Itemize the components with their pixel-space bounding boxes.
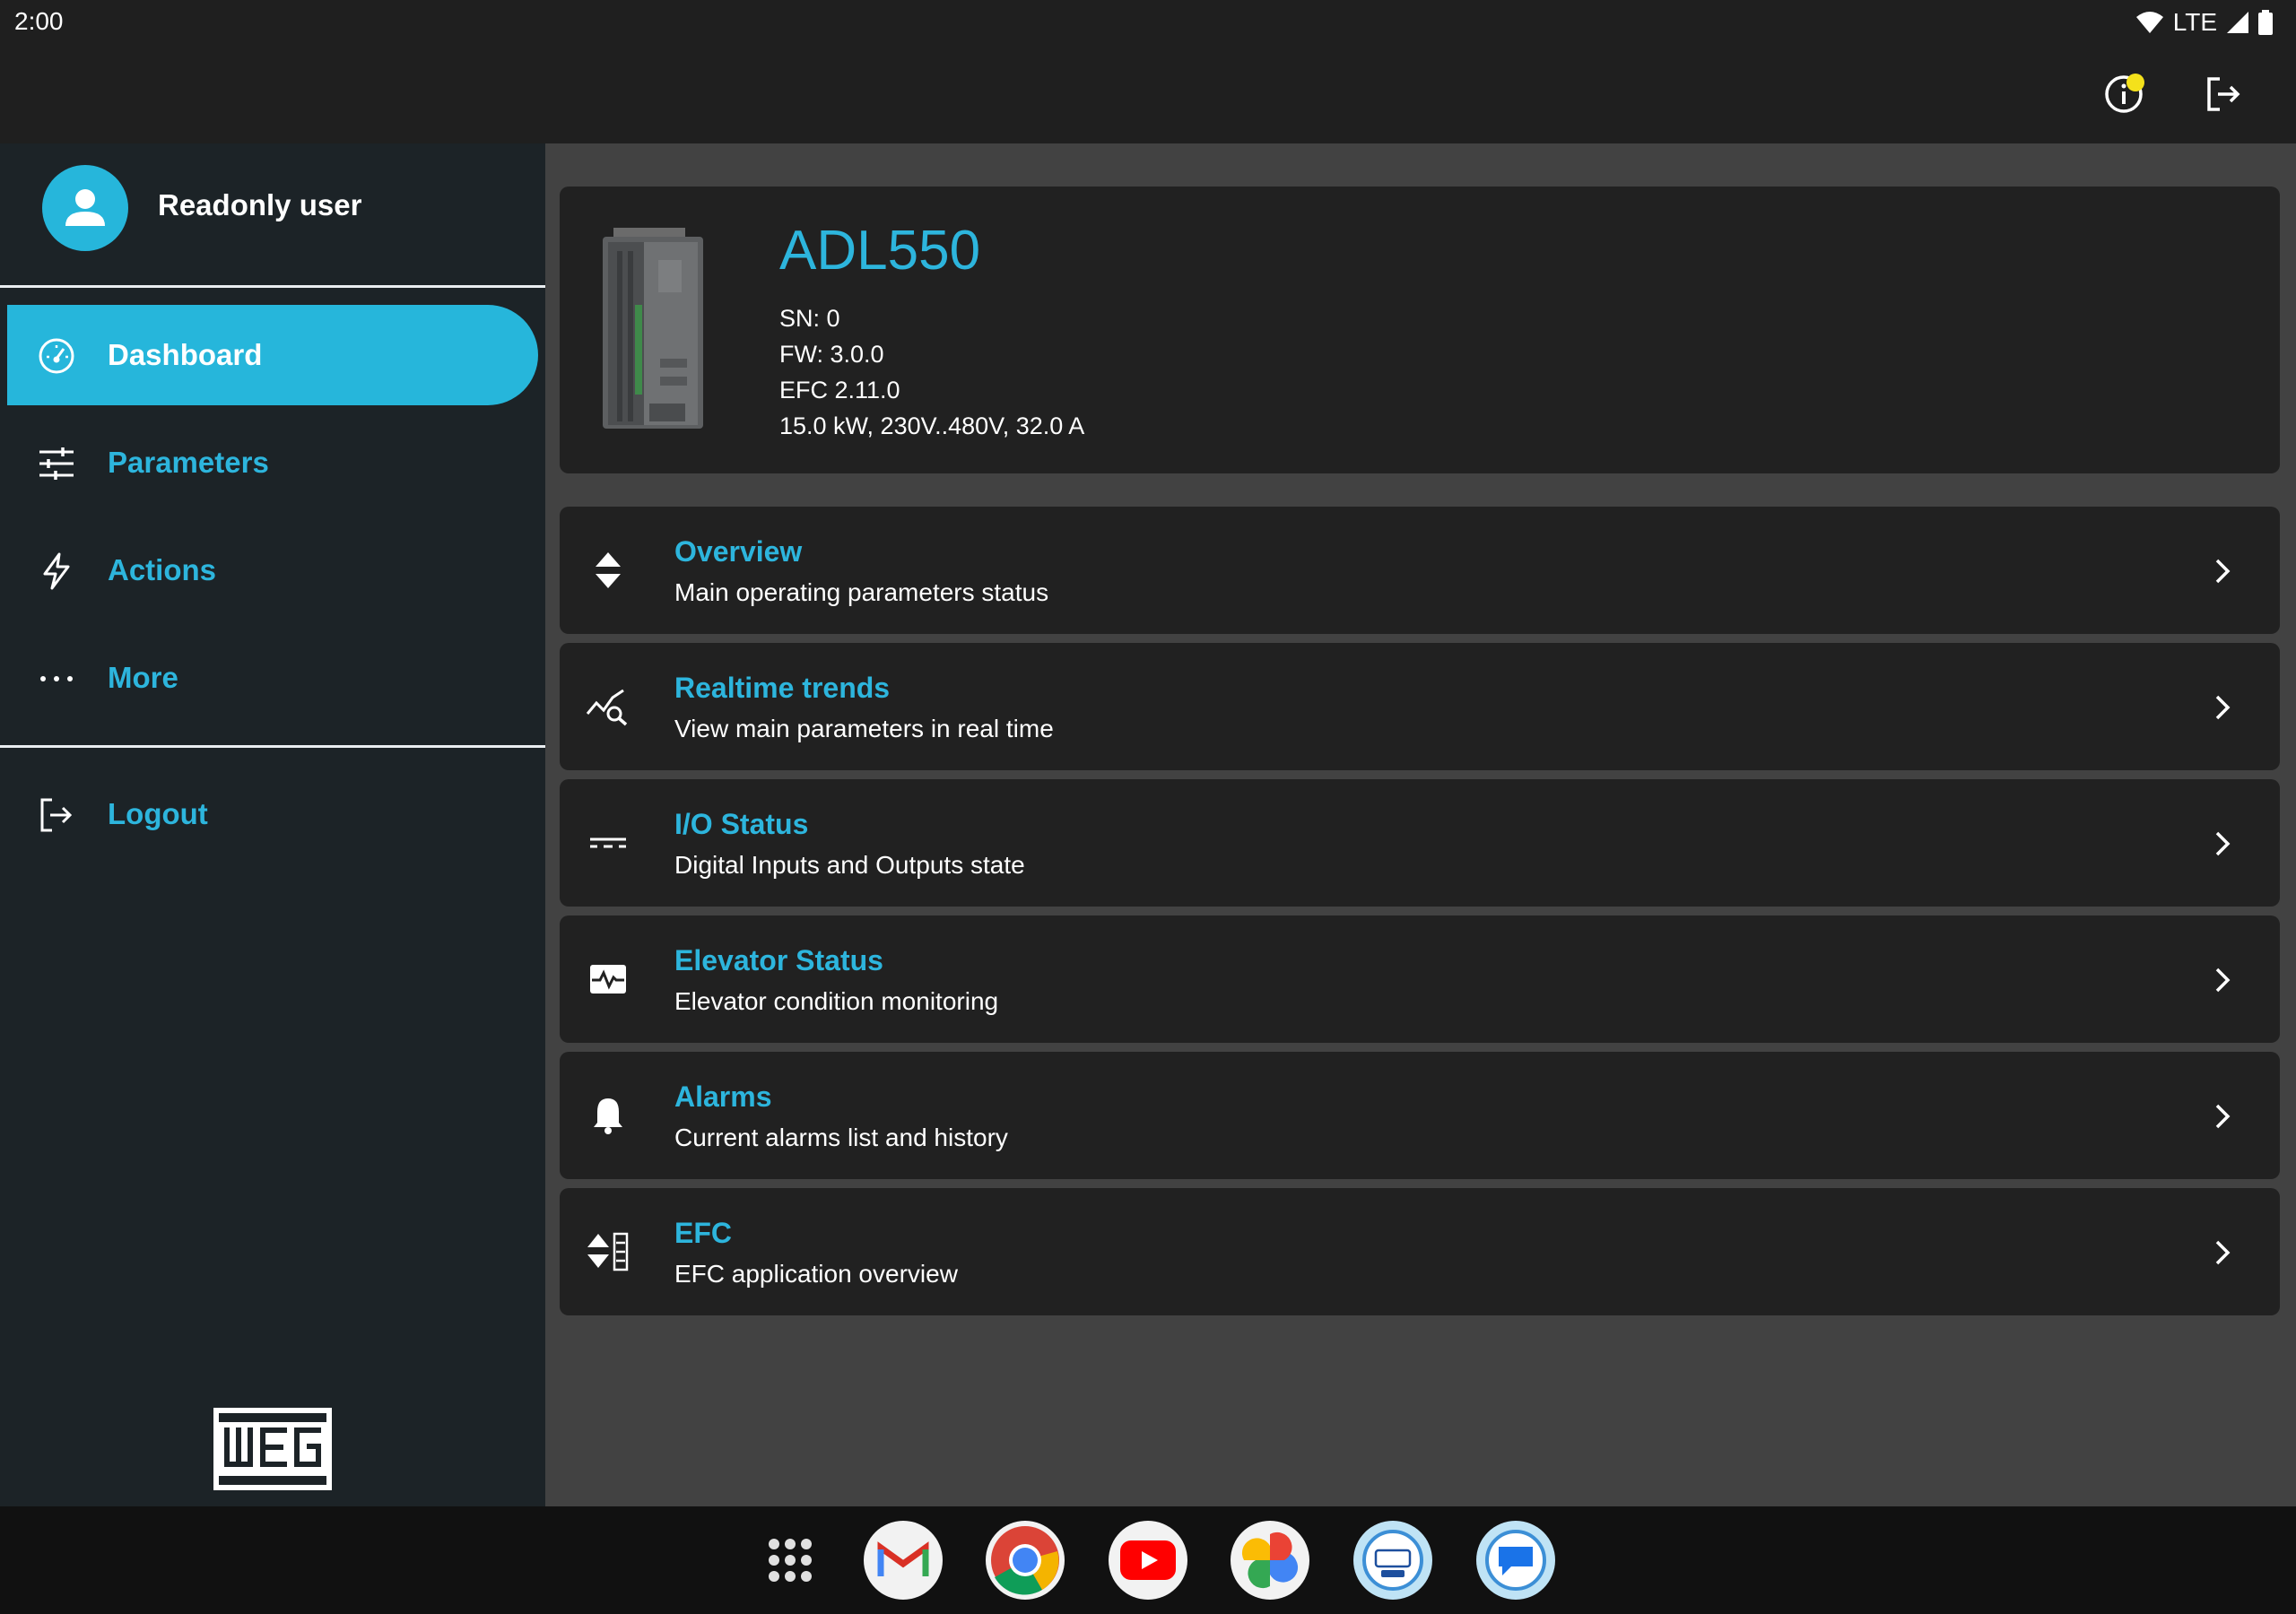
- menu-item-title: Elevator Status: [674, 944, 883, 976]
- app-dock: [0, 1506, 2296, 1614]
- sidebar-item-parameters[interactable]: Parameters: [7, 412, 538, 513]
- menu-item-io-status[interactable]: I/O Status Digital Inputs and Outputs st…: [560, 779, 2280, 907]
- gmail-icon: [877, 1541, 929, 1576]
- device-rating: 15.0 kW, 230V..480V, 32.0 A: [779, 412, 1085, 439]
- weg-logo: [213, 1408, 332, 1490]
- tune-sliders-icon: [38, 445, 75, 482]
- chevron-right-icon: [2215, 831, 2231, 856]
- battery-icon: [2258, 10, 2273, 35]
- navigation-drawer: Readonly user Dashboard Parameters Actio…: [0, 143, 545, 1506]
- sidebar-item-dashboard[interactable]: Dashboard: [7, 305, 538, 405]
- sidebar-item-label: Actions: [108, 553, 217, 586]
- bolt-icon: [38, 552, 75, 590]
- drive-device-image: [603, 228, 703, 429]
- divider: [0, 745, 545, 748]
- menu-item-title: Alarms: [674, 1080, 772, 1113]
- logout-icon: [2207, 77, 2240, 111]
- photos-icon: [1241, 1532, 1299, 1589]
- gmail-app[interactable]: [864, 1521, 943, 1600]
- sidebar-item-actions[interactable]: Actions: [7, 520, 538, 620]
- menu-item-subtitle: View main parameters in real time: [674, 715, 1054, 742]
- sidebar-item-more[interactable]: More: [7, 628, 538, 728]
- menu-item-efc[interactable]: EFC EFC application overview: [560, 1188, 2280, 1315]
- bell-icon: [585, 1093, 631, 1138]
- menu-item-subtitle: Main operating parameters status: [674, 578, 1049, 606]
- status-bar: 2:00 LTE: [0, 0, 2296, 45]
- monitor-heart-icon: [585, 957, 631, 1002]
- menu-item-title: Realtime trends: [674, 672, 891, 704]
- youtube-icon: [1120, 1540, 1176, 1580]
- up-down-arrows-icon: [585, 548, 631, 593]
- info-button[interactable]: [2099, 69, 2149, 119]
- person-icon: [65, 189, 105, 226]
- messages-app[interactable]: [1476, 1521, 1555, 1600]
- notification-dot: [2126, 74, 2144, 91]
- user-header: Readonly user: [0, 143, 545, 285]
- device-model: ADL550: [779, 220, 981, 282]
- user-name: Readonly user: [158, 188, 362, 221]
- chevron-right-icon: [2215, 559, 2231, 584]
- efc-icon: [585, 1229, 631, 1274]
- menu-item-subtitle: Digital Inputs and Outputs state: [674, 851, 1025, 879]
- lift-app-icon: [1362, 1530, 1423, 1591]
- menu-item-title: I/O Status: [674, 808, 809, 840]
- io-lines-icon: [585, 820, 631, 865]
- app-drawer-button[interactable]: [751, 1521, 830, 1600]
- sidebar-item-label: Logout: [108, 797, 208, 830]
- logout-top-button[interactable]: [2198, 69, 2248, 119]
- menu-item-realtime-trends[interactable]: Realtime trends View main parameters in …: [560, 643, 2280, 770]
- network-type: LTE: [2172, 8, 2217, 36]
- chevron-right-icon: [2215, 968, 2231, 993]
- lift-app[interactable]: [1353, 1521, 1432, 1600]
- menu-item-subtitle: Current alarms list and history: [674, 1124, 1008, 1151]
- dashboard-gauge-icon: [38, 337, 75, 375]
- status-time: 2:00: [14, 7, 64, 35]
- photos-app[interactable]: [1231, 1521, 1309, 1600]
- sidebar-item-logout[interactable]: Logout: [7, 764, 538, 864]
- device-serial: SN: 0: [779, 305, 840, 332]
- sidebar-item-label: Dashboard: [108, 338, 263, 371]
- menu-item-subtitle: EFC application overview: [674, 1260, 958, 1288]
- status-icons: LTE: [2135, 7, 2273, 38]
- chevron-right-icon: [2215, 1240, 2231, 1265]
- menu-item-subtitle: Elevator condition monitoring: [674, 987, 999, 1015]
- menu-item-title: Overview: [674, 535, 803, 568]
- device-info-card: ADL550 SN: 0 FW: 3.0.0 EFC 2.11.0 15.0 k…: [560, 187, 2280, 473]
- logout-icon: [38, 796, 75, 834]
- chrome-icon: [991, 1526, 1059, 1595]
- sidebar-item-label: Parameters: [108, 446, 269, 479]
- messages-icon: [1485, 1530, 1546, 1591]
- app-drawer-icon: [769, 1539, 812, 1582]
- menu-item-title: EFC: [674, 1217, 732, 1249]
- more-horizontal-icon: [38, 660, 75, 698]
- youtube-app[interactable]: [1109, 1521, 1187, 1600]
- divider: [0, 285, 545, 288]
- device-firmware: FW: 3.0.0: [779, 341, 884, 368]
- menu-item-alarms[interactable]: Alarms Current alarms list and history: [560, 1052, 2280, 1179]
- cell-signal-icon: [2227, 12, 2248, 33]
- menu-item-overview[interactable]: Overview Main operating parameters statu…: [560, 507, 2280, 634]
- chevron-right-icon: [2215, 1104, 2231, 1129]
- wifi-icon: [2135, 12, 2163, 33]
- chrome-app[interactable]: [986, 1521, 1065, 1600]
- trend-search-icon: [585, 684, 631, 729]
- main-content: ADL550 SN: 0 FW: 3.0.0 EFC 2.11.0 15.0 k…: [545, 143, 2296, 1506]
- chevron-right-icon: [2215, 695, 2231, 720]
- avatar: [42, 165, 128, 251]
- sidebar-item-label: More: [108, 661, 178, 694]
- top-app-bar: [0, 45, 2296, 143]
- device-efc-version: EFC 2.11.0: [779, 377, 900, 404]
- menu-item-elevator-status[interactable]: Elevator Status Elevator condition monit…: [560, 915, 2280, 1043]
